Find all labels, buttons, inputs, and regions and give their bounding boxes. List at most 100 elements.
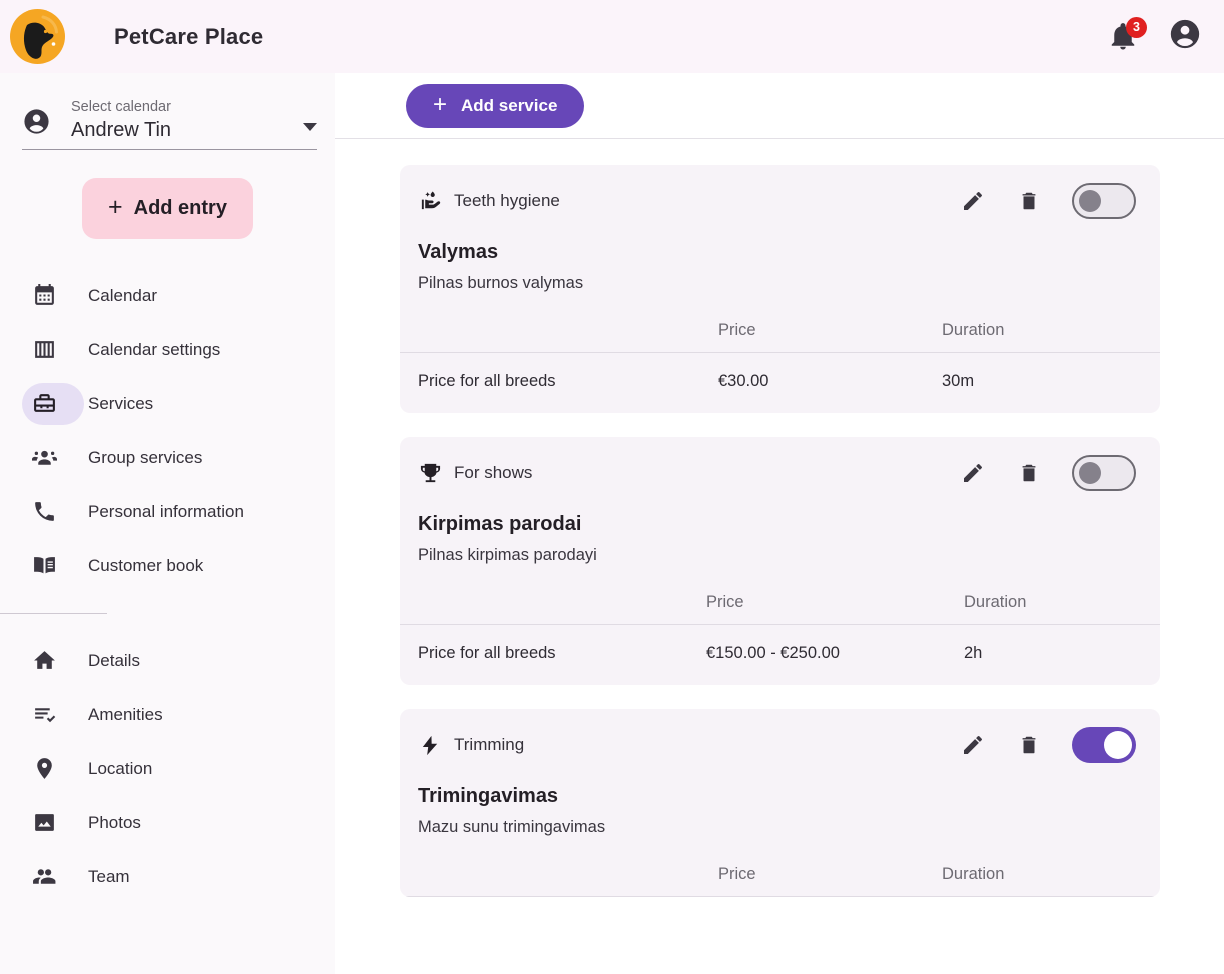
table-row: Price for all breeds €150.00 - €250.00 2…	[400, 625, 1160, 686]
service-name: Trimingavimas	[418, 785, 559, 807]
service-card-actions	[960, 455, 1136, 491]
service-card: Teeth hygiene Valymas Pilnas burnos valy…	[400, 165, 1160, 413]
pencil-icon	[964, 464, 982, 482]
add-entry-row: + Add entry	[0, 178, 335, 239]
service-enabled-toggle[interactable]	[1072, 727, 1136, 763]
phone-icon	[30, 498, 58, 526]
sidebar-item-location[interactable]: Location	[0, 744, 335, 793]
top-bar-actions: 3	[1108, 16, 1202, 56]
notifications-button[interactable]: 3	[1108, 16, 1147, 53]
service-description: Pilnas kirpimas parodayi	[418, 546, 597, 564]
service-enabled-toggle[interactable]	[1072, 455, 1136, 491]
plus-icon: +	[108, 192, 123, 221]
service-card: Trimming Trimingavimas Mazu sunu triming…	[400, 709, 1160, 897]
calendar-selector-value: Andrew Tin	[71, 119, 172, 141]
toggle-knob	[1079, 190, 1101, 212]
hand-sanitizer-icon	[418, 189, 443, 214]
sidebar-item-label: Photos	[88, 812, 141, 832]
trash-icon	[1022, 736, 1036, 754]
sidebar-item-details[interactable]: Details	[0, 636, 335, 685]
edit-service-button[interactable]	[960, 460, 986, 486]
service-card: For shows Kirpimas parodai Pilnas kirpim…	[400, 437, 1160, 685]
person-icon	[24, 109, 49, 134]
sidebar-item-personal-information[interactable]: Personal information	[0, 487, 335, 536]
delete-service-button[interactable]	[1016, 188, 1042, 214]
sidebar-item-services[interactable]: Services	[0, 379, 335, 428]
duration-column-header: Duration	[964, 593, 1160, 625]
calendar-selector-label: Select calendar	[71, 99, 171, 115]
trophy-icon	[418, 461, 443, 486]
service-card-header: Teeth hygiene	[400, 165, 1160, 219]
sidebar-item-calendar-settings[interactable]: Calendar settings	[0, 325, 335, 374]
service-price-table: Price Duration Price for all breeds €30.…	[400, 321, 1160, 413]
avatar[interactable]	[1168, 17, 1202, 56]
sidebar-item-team[interactable]: Team	[0, 852, 335, 901]
delete-service-button[interactable]	[1016, 460, 1042, 486]
sidebar-item-label: Customer book	[88, 555, 204, 575]
main-content: + Add service Teeth hygiene Valymas Piln…	[335, 73, 1224, 974]
sidebar-item-label: Calendar	[88, 285, 157, 305]
chevron-down-icon[interactable]	[303, 123, 317, 131]
sidebar-nav-secondary: Details Amenities Location Photos Team	[0, 636, 335, 901]
trash-icon	[1022, 192, 1036, 210]
add-service-button[interactable]: + Add service	[406, 83, 585, 128]
sidebar-item-photos[interactable]: Photos	[0, 798, 335, 847]
sidebar-item-label: Group services	[88, 447, 203, 467]
service-category-label: For shows	[454, 463, 533, 482]
sidebar-item-group-services[interactable]: Group services	[0, 433, 335, 482]
dog-head-logo[interactable]	[10, 9, 65, 64]
sidebar-item-calendar[interactable]: Calendar	[0, 271, 335, 320]
breed-label: Price for all breeds	[418, 372, 556, 390]
sidebar-item-label: Calendar settings	[88, 339, 221, 359]
calendar-selector-text: Select calendar Andrew Tin	[71, 97, 303, 143]
sidebar-item-amenities[interactable]: Amenities	[0, 690, 335, 739]
delete-service-button[interactable]	[1016, 732, 1042, 758]
trash-icon	[1022, 464, 1036, 482]
top-bar: PetCare Place 3	[0, 0, 1224, 73]
add-service-label: Add service	[461, 95, 558, 115]
toggle-knob	[1104, 731, 1132, 759]
service-card-header: For shows	[400, 437, 1160, 491]
edit-service-button[interactable]	[960, 732, 986, 758]
edit-service-button[interactable]	[960, 188, 986, 214]
service-category: For shows	[418, 461, 532, 486]
pencil-icon	[964, 736, 982, 754]
price-column-header: Price	[718, 865, 942, 897]
service-name: Kirpimas parodai	[418, 513, 582, 535]
services-toolbar: + Add service	[335, 73, 1224, 139]
service-category: Teeth hygiene	[418, 189, 560, 214]
calendar-settings-icon	[30, 336, 58, 364]
sidebar-item-label: Services	[88, 393, 154, 413]
lightning-bolt-icon	[418, 733, 443, 758]
breed-column-header	[400, 321, 718, 353]
sidebar-item-label: Details	[88, 650, 140, 670]
service-description: Mazu sunu trimingavimas	[418, 818, 606, 836]
plus-icon: +	[433, 90, 448, 118]
image-icon	[30, 809, 58, 837]
service-price-table: Price Duration	[400, 865, 1160, 897]
table-header-row: Price Duration	[400, 321, 1160, 353]
duration-column-header: Duration	[942, 321, 1160, 353]
service-category: Trimming	[418, 733, 524, 758]
duration-column-header: Duration	[942, 865, 1160, 897]
breed-label: Price for all breeds	[418, 644, 556, 662]
home-icon	[30, 647, 58, 675]
sidebar-item-label: Personal information	[88, 501, 244, 521]
add-entry-label: Add entry	[133, 197, 227, 219]
price-value: €30.00	[718, 372, 769, 390]
toggle-knob	[1079, 462, 1101, 484]
app-root: PetCare Place 3 Select calendar Andrew T…	[0, 0, 1224, 974]
sidebar-item-customer-book[interactable]: Customer book	[0, 541, 335, 590]
table-header-row: Price Duration	[400, 865, 1160, 897]
add-entry-button[interactable]: + Add entry	[82, 178, 253, 239]
service-enabled-toggle[interactable]	[1072, 183, 1136, 219]
location-pin-icon	[30, 755, 58, 783]
checklist-icon	[30, 701, 58, 729]
breed-column-header	[400, 593, 706, 625]
sidebar-item-label: Team	[88, 866, 130, 886]
people-icon	[30, 863, 58, 891]
services-list: Teeth hygiene Valymas Pilnas burnos valy…	[335, 139, 1224, 974]
toolbox-icon	[30, 390, 58, 418]
duration-value: 30m	[942, 372, 975, 390]
calendar-selector[interactable]: Select calendar Andrew Tin	[22, 90, 317, 150]
